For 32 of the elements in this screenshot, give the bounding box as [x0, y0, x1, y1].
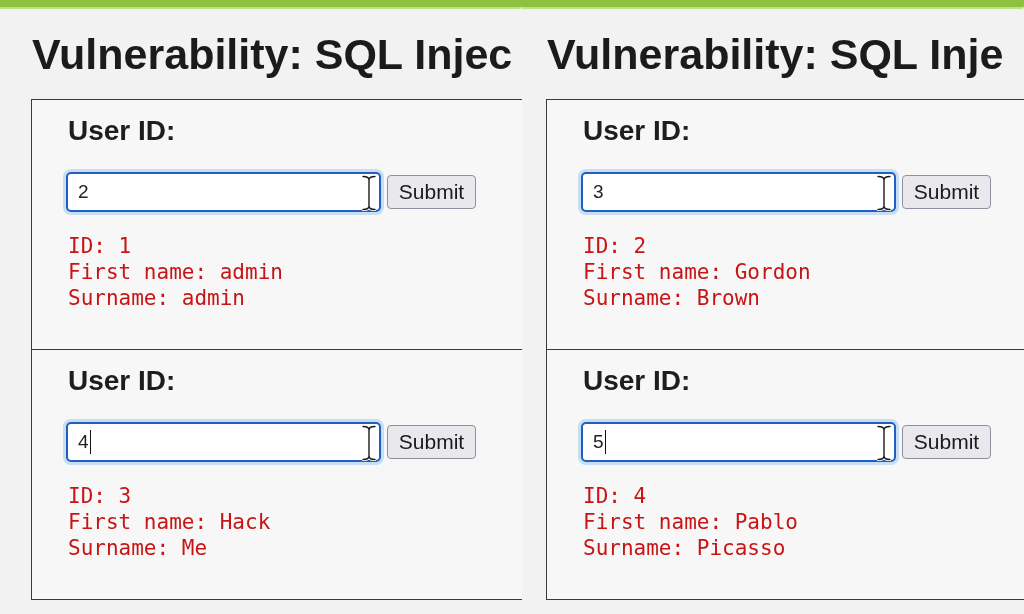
result-line: Surname: Picasso — [583, 535, 786, 561]
submit-button[interactable]: Submit — [387, 175, 476, 209]
input-field[interactable]: 5 — [581, 422, 896, 462]
input-field[interactable]: 2 — [66, 172, 381, 212]
field-label: User ID: — [583, 365, 691, 397]
result-line: Surname: Me — [68, 535, 208, 561]
result-line: ID: 1 — [68, 233, 132, 259]
text-cursor-icon — [877, 175, 891, 211]
submit-button[interactable]: Submit — [902, 425, 991, 459]
result-line: ID: 2 — [583, 233, 647, 259]
result-line: First name: admin — [68, 259, 283, 285]
submit-button[interactable]: Submit — [902, 175, 991, 209]
text-cursor-icon — [362, 175, 376, 211]
page-title: Vulnerability: SQL Inje — [547, 29, 1004, 79]
page-title: Vulnerability: SQL Injec — [32, 29, 513, 79]
field-label: User ID: — [68, 365, 176, 397]
input-field[interactable]: 4 — [66, 422, 381, 462]
result-line: First name: Pablo — [583, 509, 798, 535]
text-caret-icon — [604, 430, 607, 454]
field-label: User ID: — [583, 115, 691, 147]
result-line: First name: Gordon — [583, 259, 811, 285]
field-label: User ID: — [68, 115, 176, 147]
result-line: ID: 3 — [68, 483, 132, 509]
submit-button[interactable]: Submit — [387, 425, 476, 459]
result-line: ID: 4 — [583, 483, 647, 509]
result-line: Surname: admin — [68, 285, 245, 311]
result-line: Surname: Brown — [583, 285, 760, 311]
text-cursor-icon — [362, 425, 376, 461]
input-field[interactable]: 3 — [581, 172, 896, 212]
text-cursor-icon — [877, 425, 891, 461]
result-line: First name: Hack — [68, 509, 271, 535]
text-caret-icon — [89, 430, 92, 454]
